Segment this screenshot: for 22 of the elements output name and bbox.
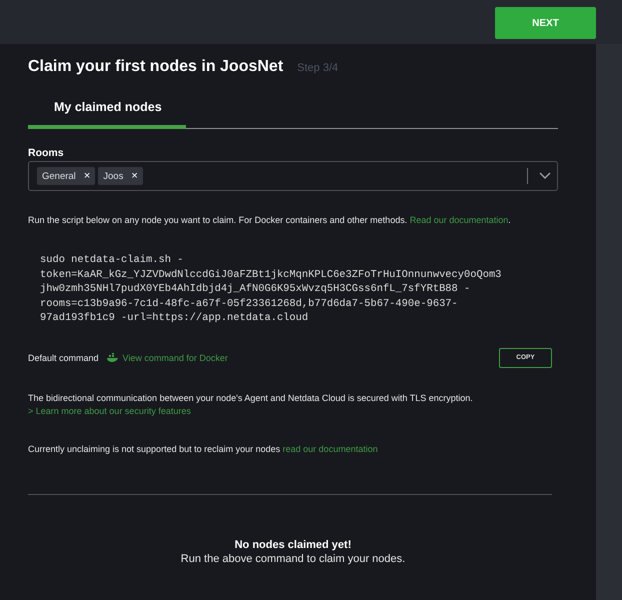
remove-tag-button[interactable]: × xyxy=(84,170,90,182)
instructions-text: Run the script below on any node you want to claim. For Docker containers and other methods. Read our documentation. xyxy=(28,214,512,227)
remove-tag-button[interactable]: × xyxy=(131,170,138,182)
chevron-down-icon[interactable] xyxy=(539,172,551,180)
unclaim-text: Currently unclaiming is not supported but to reclaim your nodes xyxy=(28,444,280,454)
page-title: Claim your first nodes in JoosNet xyxy=(28,58,284,76)
empty-title: No nodes claimed yet! xyxy=(234,538,352,550)
empty-text: Run the above command to claim your nodes. xyxy=(180,552,406,564)
rooms-label: Rooms xyxy=(28,147,65,159)
default-command-label: Default command xyxy=(28,352,99,362)
reclaim-documentation-link[interactable]: read our documentation xyxy=(282,444,378,454)
whale-icon xyxy=(106,352,119,362)
security-link[interactable]: > Learn more about our security features xyxy=(28,406,191,416)
rooms-select[interactable]: General × Joos × xyxy=(28,161,558,191)
documentation-link[interactable]: Read our documentation xyxy=(410,215,508,225)
step-indicator: Step 3/4 xyxy=(297,62,338,74)
claim-command: sudo netdata-claim.sh - token=KaAR_kGz_YJZVDwdNlccdGiJ0aFZBt1jkcMqnKPLC6e3ZFoTrHuIOnnunwvecy0oQom3 jhw0zmh35NHl7pudX0YEb4AhIdbjd4j_AfN0G6K95xWvzq5H3CGss6nfL_7sfYRtB88 - rooms=c13b9a96-7c1d-48fc-a67f-05f23361268d,b77d6da7-5b67-490e-9637- 97ad193fb1c9 -url=https://app.netdata.cloud xyxy=(40,253,502,326)
tag-label: Joos xyxy=(103,170,124,182)
tab[interactable]: My claimed nodes xyxy=(28,100,186,129)
tag-label: General xyxy=(42,170,76,182)
security-text: The bidirectional communication between your node's Agent and Netdata Cloud is secured with TLS encryption. xyxy=(28,392,474,404)
docker-command-link[interactable]: View command for Docker xyxy=(122,352,228,362)
